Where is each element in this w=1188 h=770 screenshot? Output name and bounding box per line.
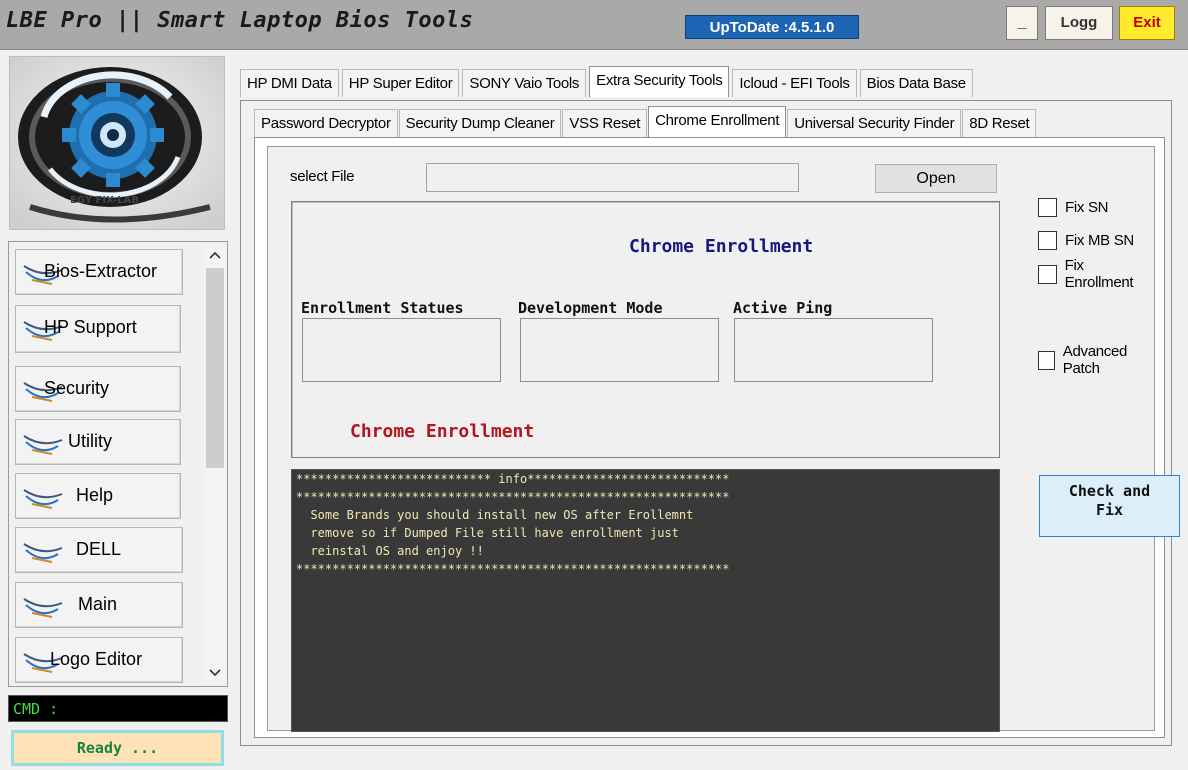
sidebar-item-label: HP Support	[44, 317, 137, 337]
app-logo: EGY FIX-LAB	[9, 56, 225, 230]
minimize-button[interactable]: _	[1006, 6, 1038, 40]
advanced-patch-checkbox[interactable]: Advanced Patch	[1038, 343, 1154, 377]
file-path-input[interactable]	[426, 163, 799, 192]
sidebar-item-label: DELL	[76, 539, 122, 559]
tab-vss-reset[interactable]: VSS Reset	[562, 109, 648, 137]
checkbox-box[interactable]	[1038, 230, 1057, 250]
sidebar-item-security[interactable]: Security	[15, 366, 181, 412]
scroll-thumb[interactable]	[206, 268, 224, 468]
tab-icloud-efi-tools[interactable]: Icloud - EFI Tools	[732, 69, 857, 97]
checkbox-box[interactable]	[1038, 350, 1055, 370]
console-line: Some Brands you should install new OS af…	[296, 508, 694, 522]
tab-universal-security-finder[interactable]: Universal Security Finder	[787, 109, 962, 137]
select-file-label: select File	[290, 168, 355, 185]
sidebar-item-label: Security	[44, 378, 110, 398]
check-and-fix-button[interactable]: Check and Fix	[1039, 475, 1180, 537]
enrollment-status-value	[302, 318, 501, 382]
ready-label: Ready ...	[14, 733, 221, 763]
development-mode-label: Development Mode	[518, 299, 663, 317]
sidebar-item-label: Main	[78, 594, 118, 614]
outer-tab-strip: HP DMI Data HP Super Editor SONY Vaio To…	[240, 66, 976, 97]
tab-chrome-enrollment[interactable]: Chrome Enrollment	[648, 106, 787, 137]
open-button[interactable]: Open	[875, 164, 997, 193]
checkbox-label: Fix Enrollment	[1064, 257, 1134, 291]
laptop-icon	[22, 482, 66, 512]
check-and-fix-label: Fix	[1095, 501, 1124, 519]
sidebar-item-main[interactable]: Main	[15, 582, 183, 628]
sidebar-item-label: Bios-Extractor	[44, 261, 158, 281]
laptop-icon	[22, 591, 66, 621]
active-ping-label: Active Ping	[733, 299, 833, 317]
enrollment-footer-heading: Chrome Enrollment	[350, 421, 535, 442]
checkbox-label: Fix MB SN	[1065, 231, 1134, 249]
fix-enrollment-checkbox[interactable]: Fix Enrollment	[1038, 257, 1154, 291]
sidebar-item-label: Utility	[68, 431, 112, 451]
cmd-line[interactable]: CMD :	[8, 695, 228, 722]
sidebar-scrollbar[interactable]	[204, 244, 226, 684]
sidebar-item-bios-extractor[interactable]: Bios-Extractor	[15, 249, 183, 295]
console-line: ****************************************…	[296, 490, 730, 504]
svg-text:EGY FIX-LAB: EGY FIX-LAB	[70, 195, 139, 206]
console-line: remove so if Dumped File still have enro…	[296, 526, 679, 540]
chrome-enrollment-panel: select File Open Chrome Enrollment Enrol…	[267, 146, 1180, 732]
main-panel: HP DMI Data HP Super Editor SONY Vaio To…	[234, 56, 1184, 756]
chevron-up-icon[interactable]	[204, 244, 226, 266]
tab-hp-dmi-data[interactable]: HP DMI Data	[240, 69, 339, 97]
check-and-fix-label: Check and	[1068, 482, 1151, 500]
sidebar-item-help[interactable]: Help	[15, 473, 181, 519]
tab-password-decryptor[interactable]: Password Decryptor	[254, 109, 398, 137]
sidebar-item-utility[interactable]: Utility	[15, 419, 181, 465]
sidebar-item-hp-support[interactable]: HP Support	[15, 305, 181, 353]
sidebar-item-label: Help	[76, 485, 114, 505]
laptop-icon	[22, 536, 66, 566]
checkbox-box[interactable]	[1038, 197, 1057, 217]
checkbox-label: Fix SN	[1065, 198, 1109, 216]
tab-hp-super-editor[interactable]: HP Super Editor	[341, 69, 460, 97]
enrollment-status-label: Enrollment Statues	[301, 299, 464, 317]
app-title: LBE Pro || Smart Laptop Bios Tools	[6, 8, 474, 33]
fix-mb-sn-checkbox[interactable]: Fix MB SN	[1038, 229, 1134, 251]
enrollment-info-box: Chrome Enrollment Enrollment Statues Dev…	[291, 201, 1000, 458]
version-badge[interactable]: UpToDate :4.5.1.0	[685, 15, 859, 39]
tab-extra-security-tools[interactable]: Extra Security Tools	[589, 66, 730, 97]
gear-logo-icon: EGY FIX-LAB	[10, 57, 224, 229]
logg-button[interactable]: Logg	[1045, 6, 1113, 40]
inner-tab-strip: Password Decryptor Security Dump Cleaner…	[254, 106, 1037, 137]
laptop-icon	[22, 428, 66, 458]
checkbox-box[interactable]	[1038, 264, 1057, 284]
sidebar-item-dell[interactable]: DELL	[15, 527, 183, 573]
tab-bios-data-base[interactable]: Bios Data Base	[859, 69, 973, 97]
checkbox-label: Advanced Patch	[1062, 343, 1128, 377]
sidebar-item-logo-editor[interactable]: Logo Editor	[15, 637, 183, 683]
console-line: *************************** info********…	[296, 472, 730, 486]
console-line: ****************************************…	[296, 562, 730, 576]
console-line: reinstal OS and enjoy !!	[296, 544, 484, 558]
ready-status: Ready ...	[11, 730, 224, 766]
tab-8d-reset[interactable]: 8D Reset	[962, 109, 1037, 137]
active-ping-value	[734, 318, 933, 382]
tab-sony-vaio-tools[interactable]: SONY Vaio Tools	[462, 69, 587, 97]
chevron-down-icon[interactable]	[204, 662, 226, 684]
sidebar: Bios-Extractor HP Support Security Utili…	[8, 241, 228, 687]
info-console: *************************** info********…	[291, 469, 1000, 732]
enrollment-heading: Chrome Enrollment	[629, 236, 814, 257]
development-mode-value	[520, 318, 719, 382]
exit-button[interactable]: Exit	[1119, 6, 1175, 40]
fix-sn-checkbox[interactable]: Fix SN	[1038, 196, 1109, 218]
title-bar: LBE Pro || Smart Laptop Bios Tools UpToD…	[0, 0, 1188, 50]
inner-tab-page: select File Open Chrome Enrollment Enrol…	[254, 137, 1180, 738]
sidebar-item-label: Logo Editor	[50, 649, 143, 669]
tab-security-dump-cleaner[interactable]: Security Dump Cleaner	[398, 109, 562, 137]
